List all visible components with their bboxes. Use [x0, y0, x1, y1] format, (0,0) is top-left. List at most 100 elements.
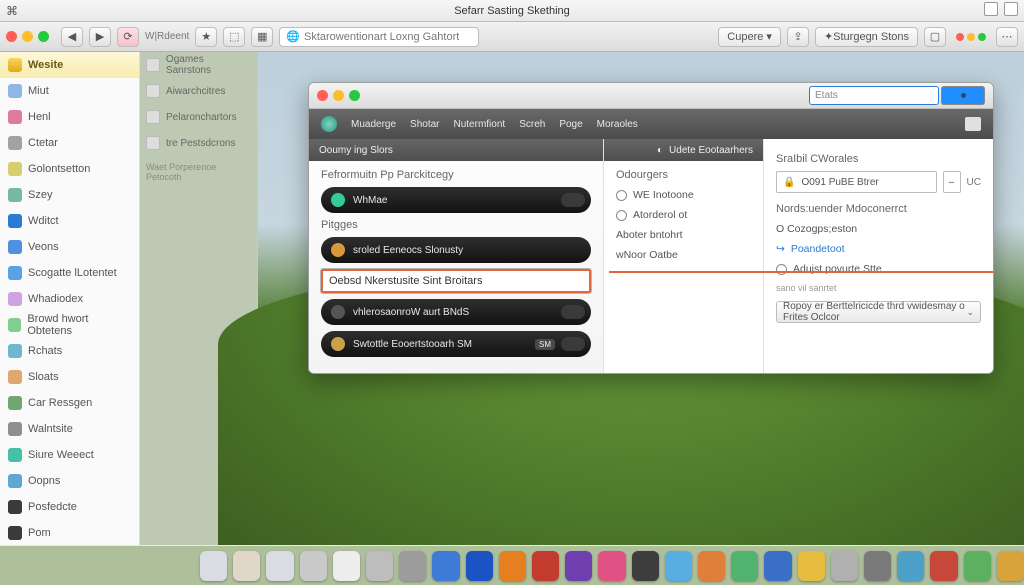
stepper-button[interactable]: –: [943, 171, 961, 193]
sidebar-item[interactable]: Henl: [0, 104, 139, 130]
toggle-icon[interactable]: [561, 305, 585, 319]
prefs-tab[interactable]: Nutermfiont: [454, 119, 506, 130]
dock-app[interactable]: [698, 551, 725, 581]
dock-app[interactable]: [964, 551, 991, 581]
toggle-icon[interactable]: [561, 193, 585, 207]
radio-option[interactable]: Atorderol ot: [616, 209, 751, 221]
prefs-tab[interactable]: Screh: [519, 119, 545, 130]
dock-app[interactable]: [432, 551, 459, 581]
sidebar-item[interactable]: Posfedcte: [0, 494, 139, 520]
prefs-tab[interactable]: Poge: [559, 119, 582, 130]
dock-app[interactable]: [864, 551, 891, 581]
prefs-titlebar[interactable]: Etats On Gated: [309, 83, 993, 109]
link-option[interactable]: ↪Poandetoot: [776, 243, 981, 255]
sidebar2-item[interactable]: Pelaronchartors: [140, 104, 257, 130]
bookmark-button[interactable]: ★: [195, 27, 217, 47]
dock-app[interactable]: [798, 551, 825, 581]
sidebar-item[interactable]: Oopns: [0, 468, 139, 494]
dock-app[interactable]: [598, 551, 625, 581]
sidebar-item[interactable]: Ctetar: [0, 130, 139, 156]
option-pill[interactable]: sroled Eeneocs Slonusty: [321, 237, 591, 263]
dock-app[interactable]: [565, 551, 592, 581]
option-pill[interactable]: WhMae: [321, 187, 591, 213]
radio-option[interactable]: WE Inotoone: [616, 189, 751, 201]
prefs-tab[interactable]: Moraoles: [597, 119, 638, 130]
status-icon[interactable]: [984, 2, 998, 16]
prefs-col-right: SraIbil CWorales 🔒 O091 PuBE Btrer – UC …: [764, 139, 993, 373]
sidebar-header[interactable]: Wesite: [0, 52, 139, 78]
dock-app[interactable]: [532, 551, 559, 581]
prefs-search-input[interactable]: Etats: [809, 86, 939, 105]
sidebar-item[interactable]: Szey: [0, 182, 139, 208]
prefs-tab[interactable]: Muaderge: [351, 119, 396, 130]
sidebar2-item[interactable]: Ogames Sanrstons: [140, 52, 257, 78]
zoom-icon[interactable]: [38, 31, 49, 42]
status-icon[interactable]: [1004, 2, 1018, 16]
sidebar-item[interactable]: Walntsite: [0, 416, 139, 442]
minimize-icon[interactable]: [22, 31, 33, 42]
share-icon[interactable]: ⇪: [787, 27, 809, 47]
address-field[interactable]: 🌐 Sktarowentionart Loxng Gahtort: [279, 27, 479, 47]
highlighted-text-input[interactable]: Oebsd Nkerstusite Sint Broitars: [321, 269, 591, 293]
sidebar-item[interactable]: Golontsetton: [0, 156, 139, 182]
app-icon: [331, 305, 345, 319]
dock-app[interactable]: [333, 551, 360, 581]
dock-app[interactable]: [930, 551, 957, 581]
sidebar-item[interactable]: Scogatte lLotentet: [0, 260, 139, 286]
close-icon[interactable]: [6, 31, 17, 42]
dock-app[interactable]: [764, 551, 791, 581]
toggle-icon[interactable]: [561, 337, 585, 351]
toolbar-pill[interactable]: Cupere ▾: [718, 27, 781, 47]
dock-app[interactable]: [897, 551, 924, 581]
sidebar-item[interactable]: Sloats: [0, 364, 139, 390]
dock-app[interactable]: [366, 551, 393, 581]
radio-option[interactable]: Aboter bntohrt: [616, 229, 751, 241]
reload-button[interactable]: ⟳: [117, 27, 139, 47]
dock-app[interactable]: [831, 551, 858, 581]
grid-button[interactable]: ▦: [251, 27, 273, 47]
sidebar-item[interactable]: Pom: [0, 520, 139, 545]
toolbar-glyph[interactable]: ▢: [924, 27, 946, 47]
prefs-tab[interactable]: Shotar: [410, 119, 439, 130]
radio-option[interactable]: O Cozogps;eston: [776, 223, 981, 235]
toolbar-end[interactable]: ⋯: [996, 27, 1018, 47]
dock-app[interactable]: [997, 551, 1024, 581]
sidebar-icon: [8, 188, 22, 202]
dock-app[interactable]: [665, 551, 692, 581]
back-button[interactable]: ◀: [61, 27, 83, 47]
zoom-icon[interactable]: [349, 90, 360, 101]
globe-icon: 🌐: [286, 30, 300, 43]
sidebar-icon: [8, 370, 22, 384]
radio-option[interactable]: wNoor Oatbe: [616, 249, 751, 261]
dock-app[interactable]: [266, 551, 293, 581]
dock-app[interactable]: [300, 551, 327, 581]
value-field[interactable]: 🔒 O091 PuBE Btrer: [776, 171, 937, 193]
policy-dropdown[interactable]: Ropoy er Berttelricicde thrd vwidesmay o…: [776, 301, 981, 323]
option-pill[interactable]: vhlerosaonroW aurt BNdS: [321, 299, 591, 325]
dock-app[interactable]: [200, 551, 227, 581]
home-button[interactable]: ⬚: [223, 27, 245, 47]
sidebar2-item[interactable]: Aiwarchcitres: [140, 78, 257, 104]
toolbar-pill[interactable]: ✦ Sturgegn Stons: [815, 27, 918, 47]
sidebar-item[interactable]: Miut: [0, 78, 139, 104]
close-icon[interactable]: [317, 90, 328, 101]
sidebar-item[interactable]: Rchats: [0, 338, 139, 364]
forward-button[interactable]: ▶: [89, 27, 111, 47]
sidebar-item[interactable]: Veons: [0, 234, 139, 260]
sidebar-item[interactable]: Siure Weeect: [0, 442, 139, 468]
dock-app[interactable]: [499, 551, 526, 581]
dock-app[interactable]: [399, 551, 426, 581]
dock-app[interactable]: [466, 551, 493, 581]
sidebar2-item[interactable]: tre Pestsdcrons: [140, 130, 257, 156]
dock-app[interactable]: [632, 551, 659, 581]
sidebar-item[interactable]: Wditct: [0, 208, 139, 234]
sidebar-item[interactable]: Car Ressgen: [0, 390, 139, 416]
minimize-icon[interactable]: [333, 90, 344, 101]
sidebar-item[interactable]: Browd hwort Obtetens: [0, 312, 139, 338]
option-pill[interactable]: Swtottle Eooertstooarh SM SM: [321, 331, 591, 357]
dock-app[interactable]: [731, 551, 758, 581]
sidebar-item[interactable]: Whadiodex: [0, 286, 139, 312]
radio-option[interactable]: Adujst povurte Stte: [776, 263, 981, 275]
new-tab-icon[interactable]: [965, 117, 981, 131]
dock-app[interactable]: [233, 551, 260, 581]
